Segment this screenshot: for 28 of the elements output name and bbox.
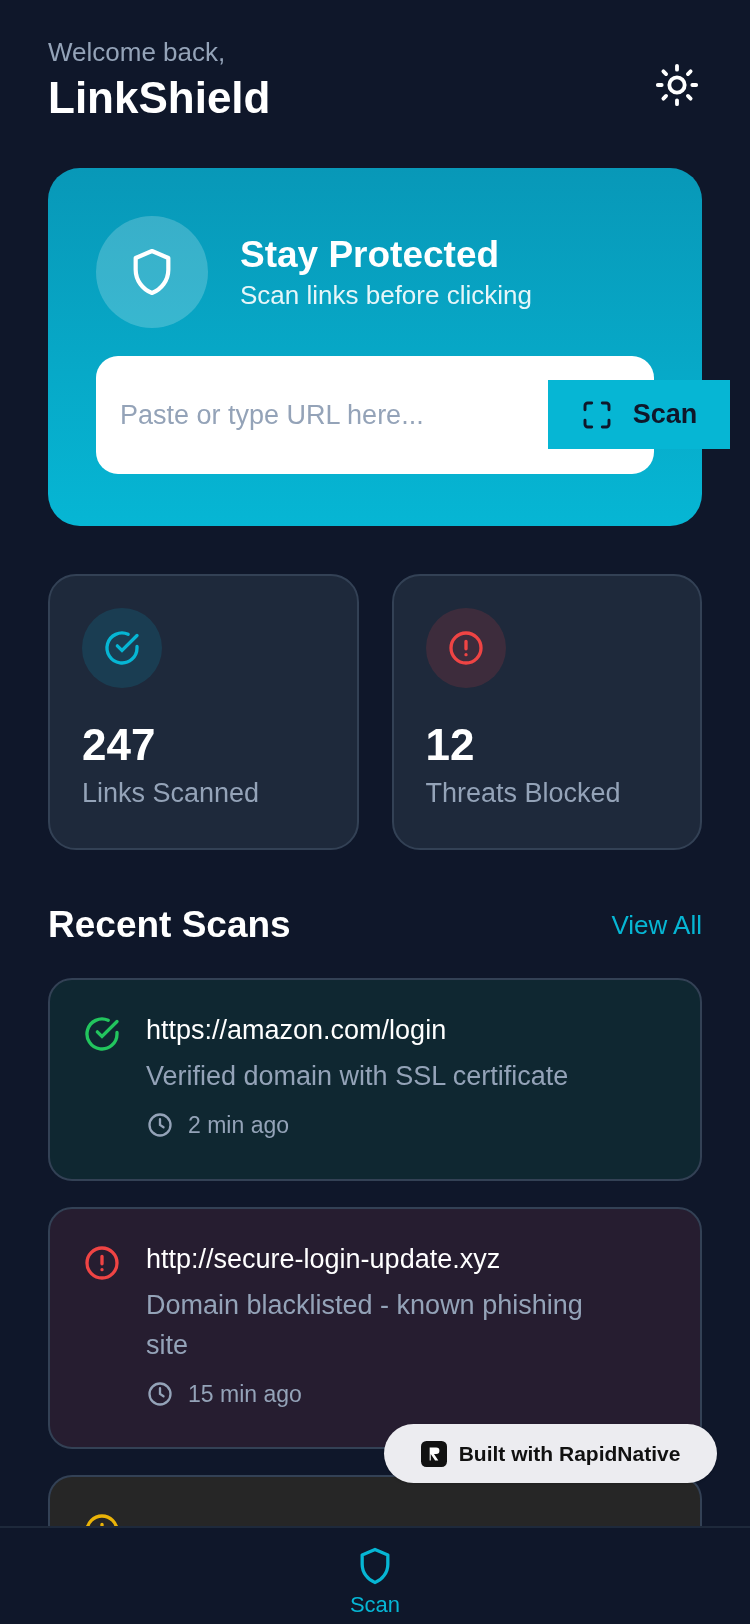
scan-description: Domain blacklisted - known phishing site <box>146 1288 584 1362</box>
scan-card[interactable]: https://amazon.com/login Verified domain with SSL certificate 2 min ago <box>48 978 702 1181</box>
hero-subtitle: Scan links before clicking <box>240 279 532 312</box>
hero-title: Stay Protected <box>240 233 501 277</box>
stat-label: Links Scanned <box>82 777 261 810</box>
built-with-badge[interactable]: Built with RapidNative <box>384 1424 717 1483</box>
clock-icon <box>146 1111 174 1140</box>
app-title: LinkShield <box>48 72 271 124</box>
scan-url: https://amazon.com/login <box>146 1014 448 1047</box>
stat-label: Threats Blocked <box>425 777 622 810</box>
scan-url: http://secure-login-update.xyz <box>146 1242 502 1276</box>
stat-value: 247 <box>82 719 157 771</box>
check-circle-icon <box>82 1014 122 1054</box>
stat-value: 12 <box>425 719 476 771</box>
nav-tab[interactable]: Scan <box>349 1528 401 1624</box>
sun-icon[interactable] <box>654 62 700 108</box>
greeting-text: Welcome back, <box>48 36 227 68</box>
scan-description: Verified domain with SSL certificate <box>146 1060 570 1093</box>
scan-time: 15 min ago <box>188 1379 302 1409</box>
view-all-link[interactable]: View All <box>611 905 702 945</box>
logo-icon <box>420 1440 447 1467</box>
section-title: Recent Scans <box>48 903 291 948</box>
scan-card[interactable] <box>48 1475 702 1526</box>
clock-icon <box>146 1379 174 1408</box>
scan-time: 2 min ago <box>188 1111 289 1140</box>
check-circle-icon <box>102 628 142 668</box>
scan-button[interactable]: Scan <box>548 380 730 449</box>
url-input-field[interactable]: Paste or type URL here... Scan <box>96 356 730 474</box>
